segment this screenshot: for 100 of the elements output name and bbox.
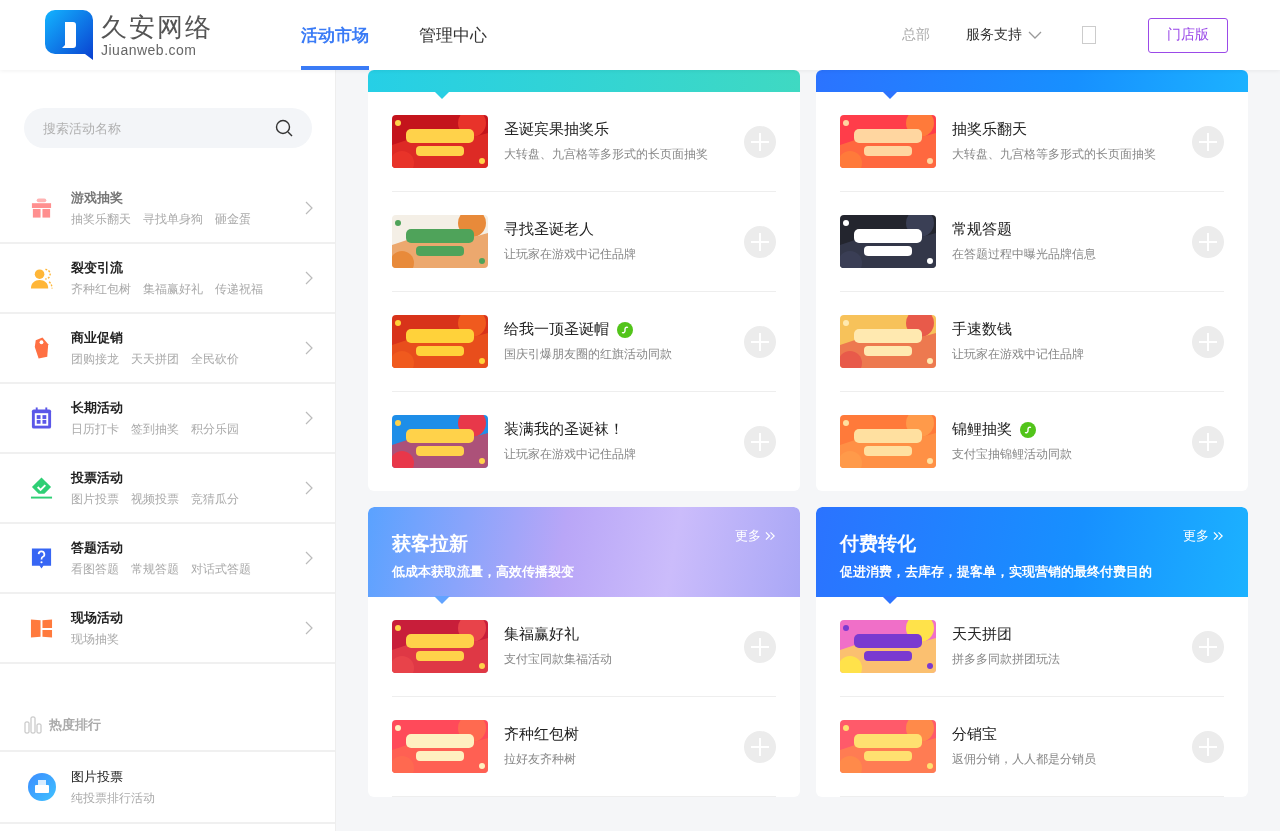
calendar-icon xyxy=(30,406,53,430)
category-tag[interactable]: 天天拼团 xyxy=(131,350,179,368)
edition-button[interactable]: 门店版 xyxy=(1148,17,1228,53)
category-tag[interactable]: 现场抽奖 xyxy=(71,630,119,648)
chevron-right-icon xyxy=(305,341,313,355)
category-tag[interactable]: 团购接龙 xyxy=(71,350,119,368)
activity-title[interactable]: 抽奖乐翻天 xyxy=(952,120,1027,139)
activity-description: 让玩家在游戏中记住品牌 xyxy=(504,246,637,263)
activity-description: 拼多多同款拼团玩法 xyxy=(952,651,1061,668)
activity-title[interactable]: 锦鲤抽奖 xyxy=(952,420,1012,439)
activity-title[interactable]: 常规答题 xyxy=(952,220,1012,239)
activity-description: 国庆引爆朋友圈的红旗活动同款 xyxy=(504,346,673,363)
category-title: 游戏抽奖 xyxy=(71,188,124,207)
activity-description: 拉好友齐种树 xyxy=(504,751,577,768)
question-icon xyxy=(30,546,53,570)
search-icon[interactable] xyxy=(275,119,293,137)
category-tag[interactable]: 签到抽奖 xyxy=(131,420,179,438)
category-item[interactable]: 现场活动 现场抽奖 xyxy=(0,594,335,664)
activity-title[interactable]: 给我一顶圣诞帽 xyxy=(504,320,609,339)
activity-description: 让玩家在游戏中记住品牌 xyxy=(504,446,637,463)
ranking-item-subtitle: 纯投票排行活动 xyxy=(71,789,156,807)
ranking-item[interactable]: 图片投票 纯投票排行活动 xyxy=(0,752,335,824)
more-link[interactable]: 更多 xyxy=(1183,527,1224,545)
category-tag[interactable]: 对话式答题 xyxy=(191,560,251,578)
activity-title[interactable]: 装满我的圣诞袜！ xyxy=(504,420,624,439)
pointer-notch xyxy=(882,596,898,604)
category-title: 现场活动 xyxy=(71,608,124,627)
double-chevron-icon xyxy=(765,531,776,541)
ballot-box-icon xyxy=(28,773,56,801)
ranking-item-title: 图片投票 xyxy=(71,767,124,786)
activity-description: 让玩家在游戏中记住品牌 xyxy=(952,346,1085,363)
section-subtitle: 低成本获取流量，高效传播裂变 xyxy=(392,563,574,581)
category-tag[interactable]: 抽奖乐翻天 xyxy=(71,210,131,228)
pointer-notch xyxy=(434,91,450,99)
category-item[interactable]: 游戏抽奖 抽奖乐翻天 寻找单身狗 砸金蛋 xyxy=(0,174,335,244)
category-tag[interactable]: 竞猜瓜分 xyxy=(191,490,239,508)
category-tag[interactable]: 传递祝福 xyxy=(215,280,263,298)
activity-title[interactable]: 分销宝 xyxy=(952,725,997,744)
category-tag[interactable]: 日历打卡 xyxy=(71,420,119,438)
category-item[interactable]: 商业促销 团购接龙 天天拼团 全民砍价 xyxy=(0,314,335,384)
activity-description: 返佣分销，人人都是分销员 xyxy=(952,751,1097,768)
logo-domain: Jiuanweb.com xyxy=(101,42,198,58)
pointer-notch xyxy=(882,91,898,99)
category-tag[interactable]: 常规答题 xyxy=(131,560,179,578)
chevron-down-icon xyxy=(1028,31,1042,39)
user-icon xyxy=(30,266,53,290)
section-subtitle: 促进消费，去库存，提客单，实现营销的最终付费目的 xyxy=(840,563,1152,581)
chevron-right-icon xyxy=(305,271,313,285)
double-chevron-icon xyxy=(1213,531,1224,541)
category-title: 商业促销 xyxy=(71,328,124,347)
layout-icon xyxy=(30,616,53,640)
activity-description: 支付宝同款集福活动 xyxy=(504,651,613,668)
gift-icon xyxy=(30,196,53,220)
section-title: 获客拉新 xyxy=(392,532,469,556)
activity-description: 大转盘、九宫格等多形式的长页面抽奖 xyxy=(504,146,709,163)
activity-title[interactable]: 集福赢好礼 xyxy=(504,625,579,644)
category-item[interactable]: 裂变引流 齐种红包树 集福赢好礼 传递祝福 xyxy=(0,244,335,314)
chevron-right-icon xyxy=(305,411,313,425)
category-tag[interactable]: 齐种红包树 xyxy=(71,280,131,298)
link-badge-icon xyxy=(617,321,633,338)
category-title: 答题活动 xyxy=(71,538,124,557)
section-title: 付费转化 xyxy=(840,532,917,556)
logo-icon xyxy=(45,10,93,60)
activity-title[interactable]: 天天拼团 xyxy=(952,625,1012,644)
search-field[interactable]: 搜索活动名称 xyxy=(24,108,312,148)
activity-title[interactable]: 手速数钱 xyxy=(952,320,1012,339)
activity-title[interactable]: 齐种红包树 xyxy=(504,725,579,744)
square-icon[interactable] xyxy=(1082,26,1096,44)
link-badge-icon xyxy=(1020,421,1036,438)
ranking-title: 热度排行 xyxy=(49,716,101,734)
org-label: 总部 xyxy=(902,26,930,44)
category-title: 裂变引流 xyxy=(71,258,124,277)
chevron-right-icon xyxy=(305,481,313,495)
bar-chart-icon xyxy=(24,716,42,734)
nav-tab[interactable]: 管理中心 xyxy=(419,0,487,70)
category-tag[interactable]: 积分乐园 xyxy=(191,420,239,438)
activity-description: 支付宝抽锦鲤活动同款 xyxy=(952,446,1073,463)
category-item[interactable]: 答题活动 看图答题 常规答题 对话式答题 xyxy=(0,524,335,594)
category-tag[interactable]: 看图答题 xyxy=(71,560,119,578)
activity-title[interactable]: 圣诞宾果抽奖乐 xyxy=(504,120,609,139)
pointer-notch xyxy=(434,596,450,604)
category-item[interactable]: 长期活动 日历打卡 签到抽奖 积分乐园 xyxy=(0,384,335,454)
category-tag[interactable]: 集福赢好礼 xyxy=(143,280,203,298)
chevron-right-icon xyxy=(305,551,313,565)
category-tag[interactable]: 全民砍价 xyxy=(191,350,239,368)
category-tag[interactable]: 砸金蛋 xyxy=(215,210,251,228)
activity-description: 大转盘、九宫格等多形式的长页面抽奖 xyxy=(952,146,1157,163)
category-item[interactable]: 投票活动 图片投票 视频投票 竞猜瓜分 xyxy=(0,454,335,524)
support-menu[interactable]: 服务支持 xyxy=(966,26,1042,44)
chevron-right-icon xyxy=(305,621,313,635)
logo-name: 久安网络 xyxy=(101,12,213,42)
activity-title[interactable]: 寻找圣诞老人 xyxy=(504,220,594,239)
category-tag[interactable]: 图片投票 xyxy=(71,490,119,508)
chevron-right-icon xyxy=(305,201,313,215)
category-tag[interactable]: 视频投票 xyxy=(131,490,179,508)
category-tag[interactable]: 寻找单身狗 xyxy=(143,210,203,228)
activity-description: 在答题过程中曝光品牌信息 xyxy=(952,246,1097,263)
category-title: 长期活动 xyxy=(71,398,124,417)
vote-icon xyxy=(30,476,53,500)
category-title: 投票活动 xyxy=(71,468,124,487)
